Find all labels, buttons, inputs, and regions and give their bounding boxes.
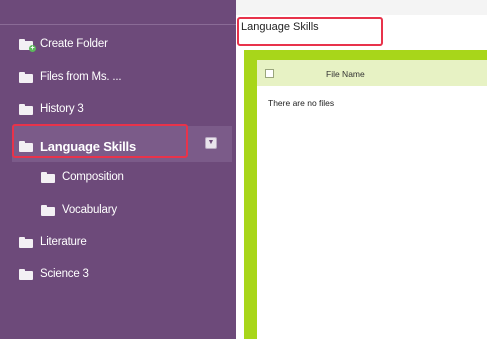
sidebar-item-label: Vocabulary [62, 204, 117, 216]
sidebar-item-label: Files from Ms. ... [40, 71, 122, 83]
folder-add-icon: + [19, 38, 36, 52]
highlight-annotation-sidebar [12, 124, 188, 158]
chevron-down-icon[interactable]: ▼ [205, 137, 217, 149]
folder-icon [19, 103, 33, 115]
folder-icon [19, 236, 33, 248]
folder-sidebar: + Create Folder Files from Ms. ... Histo… [0, 0, 236, 339]
top-header-strip [236, 0, 487, 15]
create-folder-label: Create Folder [40, 38, 108, 50]
folder-icon [41, 171, 55, 183]
column-header-file-name[interactable]: File Name [326, 69, 365, 79]
folder-icon [19, 71, 33, 83]
empty-state-message: There are no files [268, 98, 335, 108]
folder-icon [41, 204, 55, 216]
sidebar-item-label: Science 3 [40, 268, 89, 280]
select-all-checkbox[interactable] [265, 69, 274, 78]
folder-icon [19, 268, 33, 280]
sidebar-item-science-3[interactable]: Science 3 [19, 263, 89, 285]
sidebar-item-history-3[interactable]: History 3 [19, 98, 84, 120]
sidebar-item-label: Literature [40, 236, 87, 248]
file-manager-app: + Create Folder Files from Ms. ... Histo… [0, 0, 487, 339]
sidebar-divider [0, 24, 236, 25]
create-folder-button[interactable]: + Create Folder [19, 33, 108, 55]
highlight-annotation-title [237, 17, 383, 46]
sidebar-item-vocabulary[interactable]: Vocabulary [41, 199, 117, 221]
sidebar-item-label: Composition [62, 171, 124, 183]
sidebar-item-literature[interactable]: Literature [19, 231, 87, 253]
sidebar-item-label: History 3 [40, 103, 84, 115]
file-table-header [257, 60, 487, 86]
sidebar-item-composition[interactable]: Composition [41, 166, 124, 188]
sidebar-item-files-from-ms[interactable]: Files from Ms. ... [19, 66, 122, 88]
